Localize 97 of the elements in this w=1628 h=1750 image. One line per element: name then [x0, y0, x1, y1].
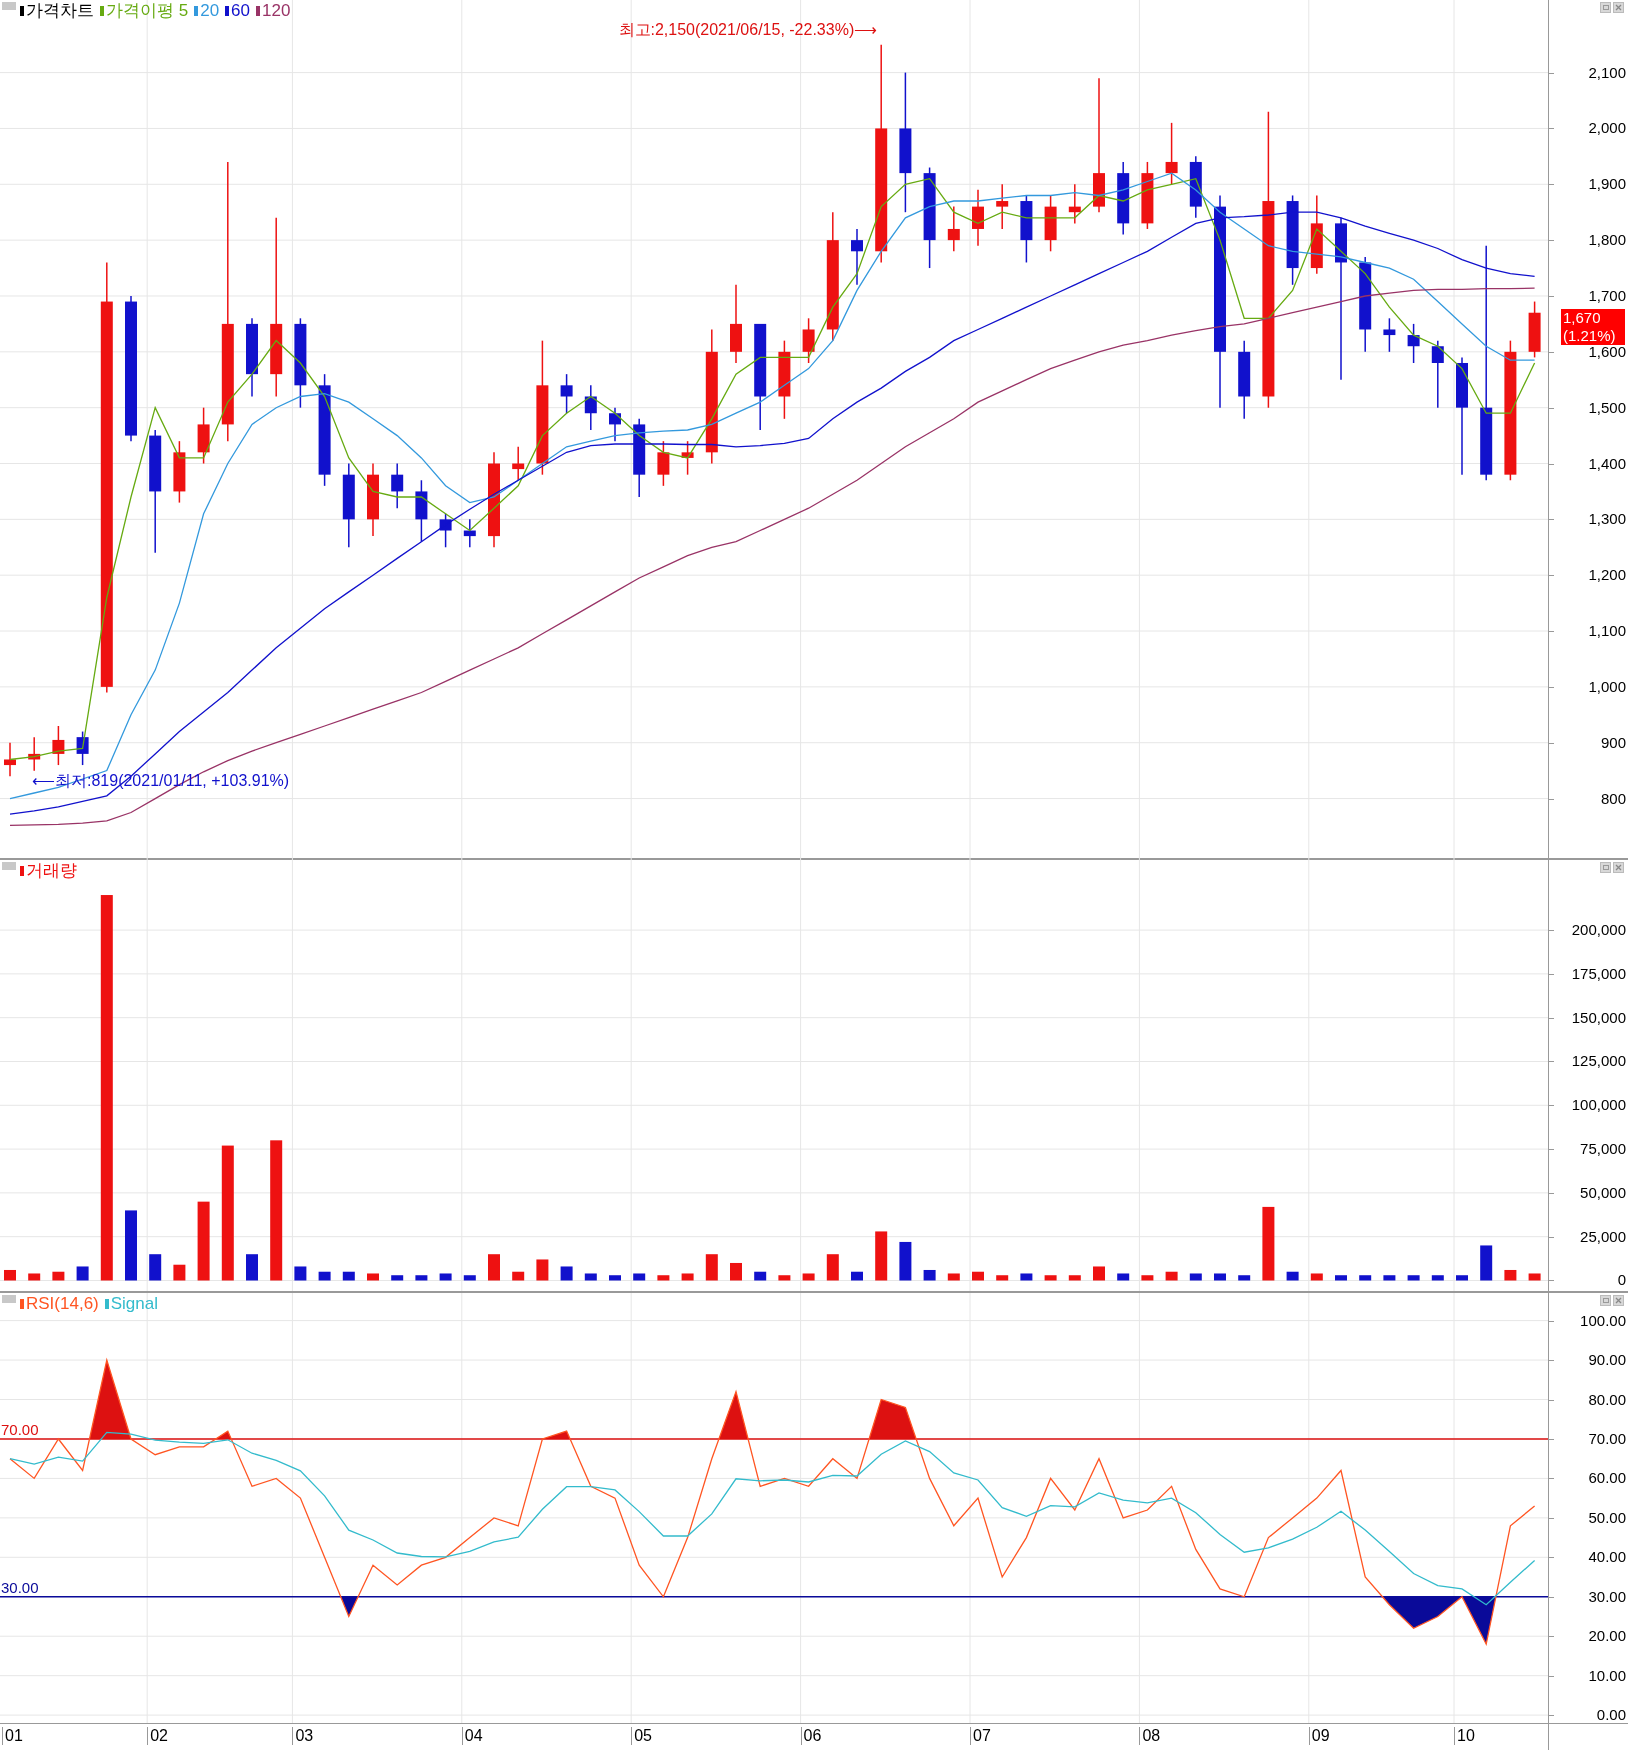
axis-tick-label: 40.00: [1588, 1549, 1626, 1566]
axis-tick-label: 02: [147, 1727, 168, 1745]
close-icon[interactable]: [1613, 1295, 1624, 1306]
axis-tick-label: 60.00: [1588, 1470, 1626, 1487]
candlestick: [439, 513, 452, 548]
candlestick: [1020, 194, 1033, 264]
candlestick: [609, 406, 621, 442]
candlestick: [4, 742, 16, 777]
candlestick: [802, 317, 815, 364]
axis-tick-label: 1,700: [1588, 287, 1626, 304]
price-change: (1.21%): [1563, 326, 1616, 345]
axis-tick-label: 1,600: [1588, 343, 1626, 360]
candlestick: [1044, 194, 1057, 253]
legend-label: 거래량: [26, 860, 77, 882]
candlestick: [415, 479, 428, 543]
axis-tick-label: 50,000: [1580, 1184, 1626, 1201]
axis-tick-label: 1,300: [1588, 511, 1626, 528]
threshold-label: 30.00: [1, 1579, 39, 1596]
legend-label: RSI(14,6): [26, 1293, 99, 1315]
axis-tick-label: 1,200: [1588, 567, 1626, 584]
candlestick: [391, 462, 404, 509]
candlestick: [28, 736, 41, 772]
axis-tick-label: 75,000: [1580, 1141, 1626, 1158]
axis-tick-label: 80.00: [1588, 1391, 1626, 1408]
candlestick: [76, 730, 89, 766]
candlestick: [512, 446, 525, 481]
candlestick: [657, 440, 670, 487]
candlestick: [996, 183, 1009, 230]
axis-tick-label: 125,000: [1571, 1053, 1626, 1070]
axis-tick-label: 06: [800, 1727, 822, 1745]
axis-tick-label: 800: [1600, 790, 1626, 807]
axis-tick-label: 30.00: [1588, 1588, 1626, 1605]
axis-tick-label: 150,000: [1571, 1009, 1626, 1026]
candlestick: [1068, 183, 1081, 225]
candlestick: [1141, 161, 1154, 230]
axis-tick-label: 1,100: [1588, 623, 1626, 640]
chart-annotation: 최고:2,150(2021/06/15, -22.33%)⟶: [618, 20, 878, 39]
axis-tick-label: 2,000: [1588, 120, 1626, 137]
axis-tick-label: 04: [461, 1727, 483, 1745]
candlestick: [1165, 122, 1178, 186]
axis-tick-label: 10.00: [1588, 1667, 1626, 1684]
maximize-icon[interactable]: [1600, 862, 1611, 873]
threshold-label: 70.00: [1, 1421, 39, 1438]
pane-handle-icon[interactable]: [2, 2, 16, 10]
candlestick: [947, 205, 960, 253]
axis-tick-label: 20.00: [1588, 1628, 1626, 1645]
candlestick: [584, 384, 597, 431]
axis-tick-label: 90.00: [1588, 1352, 1626, 1369]
close-icon[interactable]: [1613, 862, 1624, 873]
axis-tick-label: 200,000: [1571, 922, 1626, 939]
candlestick: [1189, 155, 1202, 219]
candlestick: [197, 406, 210, 465]
axis-tick-label: 05: [631, 1727, 652, 1745]
legend-label: Signal: [110, 1293, 158, 1315]
axis-tick-label: 70.00: [1588, 1430, 1626, 1447]
axis-tick-label: 0.00: [1596, 1707, 1626, 1724]
candlestick: [173, 440, 186, 504]
candlestick: [52, 725, 65, 766]
close-icon[interactable]: [1613, 2, 1624, 13]
candlestick: [560, 373, 573, 414]
legend-label: 가격차트: [26, 0, 94, 22]
axis-tick-label: 01: [2, 1727, 23, 1745]
axis-tick-label: 175,000: [1571, 965, 1626, 982]
axis-tick-label: 1,900: [1588, 176, 1626, 193]
candlestick: [463, 518, 476, 548]
legend-label: 60: [231, 0, 251, 22]
axis-tick-label: 09: [1308, 1727, 1330, 1745]
axis-tick-label: 50.00: [1588, 1509, 1626, 1526]
candlestick: [851, 228, 863, 286]
candlestick: [1407, 323, 1420, 364]
candlestick: [1383, 317, 1396, 353]
axis-tick-label: 900: [1600, 734, 1626, 751]
legend-label: 가격이평 5: [106, 0, 189, 22]
current-price: 1,670: [1563, 308, 1601, 327]
legend-label: 20: [200, 0, 220, 22]
candlestick: [1528, 300, 1541, 359]
axis-tick-label: 1,000: [1588, 678, 1626, 695]
axis-tick-label: 0: [1617, 1272, 1626, 1289]
axis-tick-label: 25,000: [1580, 1228, 1626, 1245]
axis-tick-label: 100.00: [1580, 1312, 1626, 1329]
axis-tick-label: 1,400: [1588, 455, 1626, 472]
legend-label: 120: [262, 0, 291, 22]
candlestick: [681, 440, 694, 476]
maximize-icon[interactable]: [1600, 1295, 1611, 1306]
axis-tick-label: 03: [292, 1727, 314, 1745]
candlestick: [1431, 339, 1444, 409]
axis-tick-label: 1,800: [1588, 232, 1626, 249]
axis-tick-label: 08: [1139, 1727, 1161, 1745]
maximize-icon[interactable]: [1600, 2, 1611, 13]
axis-tick-label: 100,000: [1571, 1097, 1626, 1114]
axis-tick-label: 10: [1454, 1727, 1475, 1745]
axis-tick-label: 2,100: [1588, 64, 1626, 81]
axis-tick-label: 07: [970, 1727, 991, 1745]
candlestick: [972, 189, 984, 247]
pane-handle-icon[interactable]: [2, 862, 16, 870]
pane-handle-icon[interactable]: [2, 1295, 16, 1303]
axis-tick-label: 1,500: [1588, 399, 1626, 416]
